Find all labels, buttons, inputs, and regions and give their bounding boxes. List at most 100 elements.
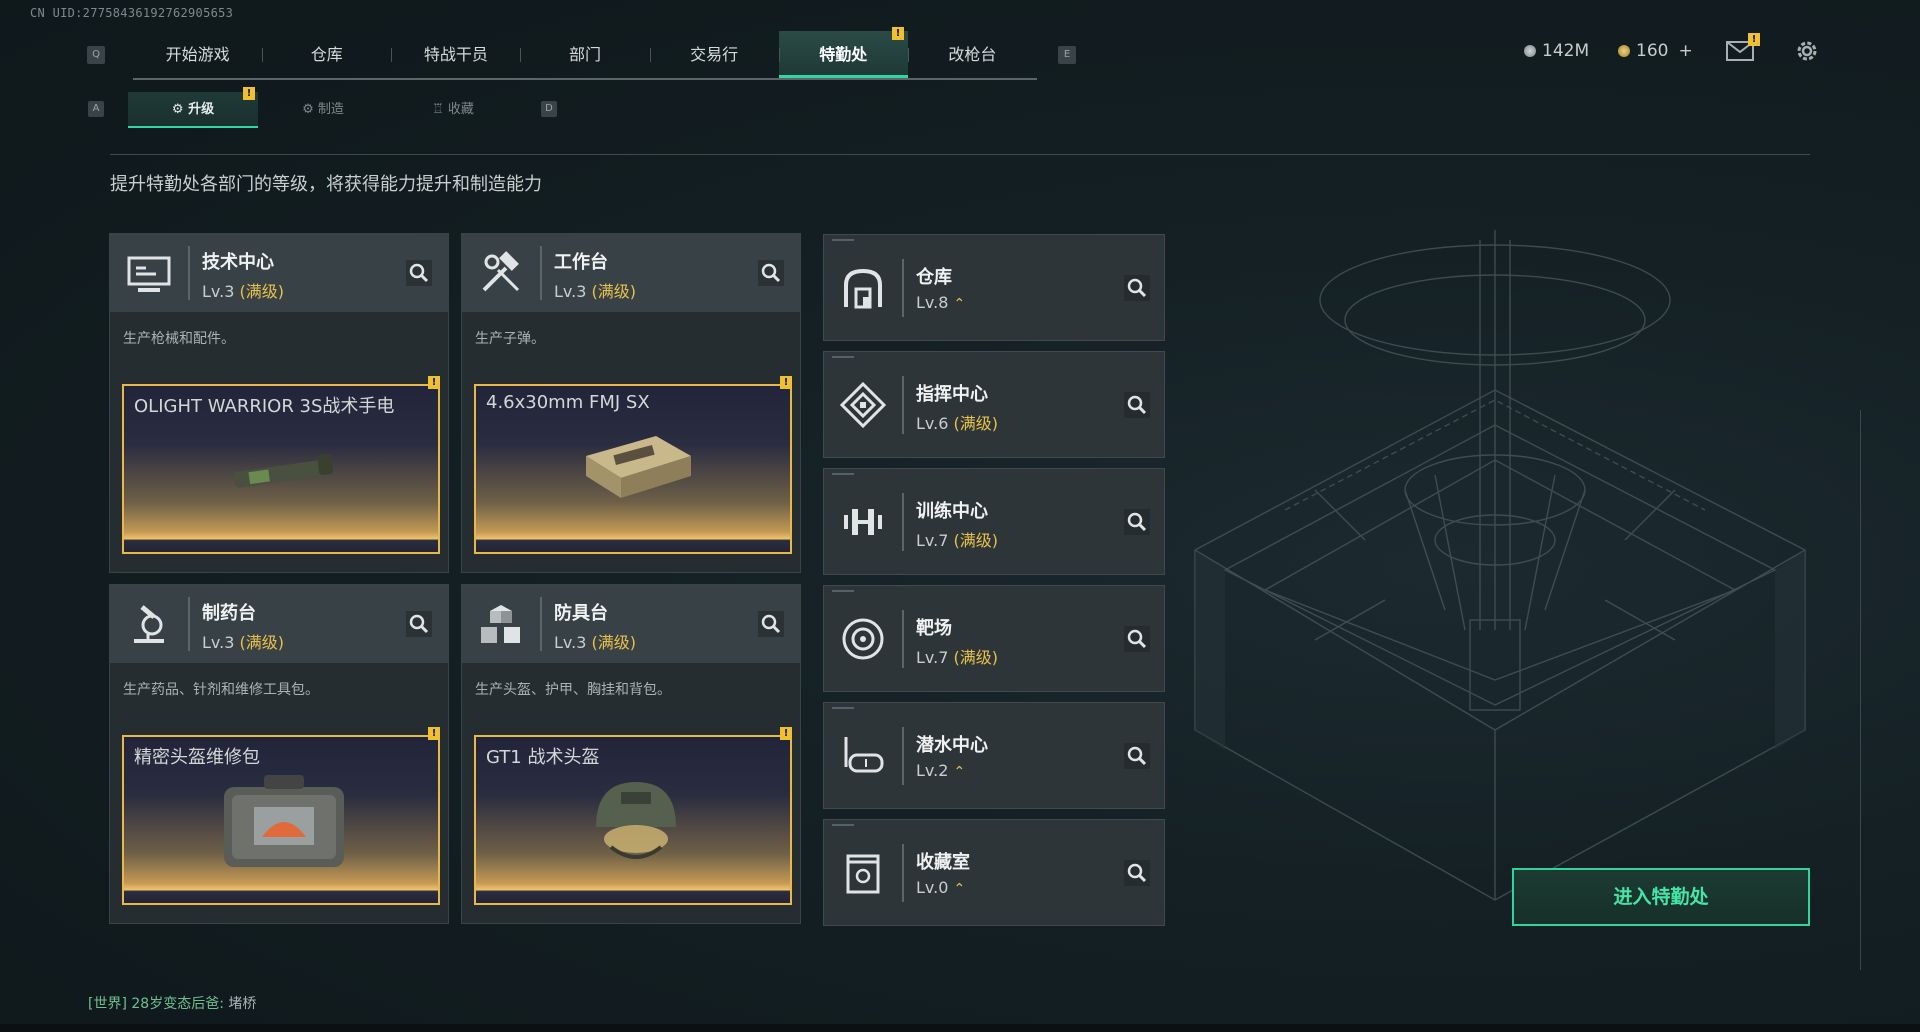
add-currency-button[interactable]: +	[1678, 41, 1692, 61]
crafting-item-slot[interactable]: OLIGHT WARRIOR 3S战术手电 !	[122, 376, 440, 554]
currency-primary: 142M	[1524, 41, 1589, 61]
facility-blueprint-illustration	[1193, 230, 1807, 901]
search-icon[interactable]	[1124, 743, 1150, 769]
collection-icon	[838, 848, 888, 898]
facility-description: 生产药品、针剂和维修工具包。	[123, 682, 319, 698]
chat-message: 堵桥	[228, 996, 257, 1012]
facility-level: Lv.3 (满级)	[202, 282, 284, 301]
key-hint-q: Q	[87, 46, 105, 64]
department-card-command-center[interactable]: 指挥中心 Lv.6 (满级)	[823, 351, 1165, 458]
separator	[540, 597, 542, 651]
trophy-icon: ♖	[432, 102, 448, 117]
facility-card-pharmacy[interactable]: 制药台 Lv.3 (满级) 生产药品、针剂和维修工具包。 精密头盔维修包 !	[109, 584, 449, 924]
crafting-item-slot[interactable]: GT1 战术头盔 !	[474, 727, 792, 905]
department-card-training-center[interactable]: 训练中心 Lv.7 (满级)	[823, 468, 1165, 575]
separator	[902, 493, 904, 551]
key-hint-e: E	[1058, 46, 1076, 64]
chat-channel: [世界]	[88, 996, 127, 1012]
tab-start-game[interactable]: 开始游戏	[133, 31, 262, 78]
crafting-item-slot[interactable]: 精密头盔维修包 !	[122, 727, 440, 905]
department-level: Lv.0 ⌃	[916, 878, 966, 897]
computer-icon	[124, 248, 174, 298]
search-icon[interactable]	[758, 611, 784, 637]
item-name: 4.6x30mm FMJ SX	[486, 392, 650, 413]
target-icon	[838, 614, 888, 664]
search-icon[interactable]	[406, 611, 432, 637]
divider	[110, 154, 1810, 155]
separator	[902, 727, 904, 785]
facility-name: 制药台	[202, 603, 256, 624]
facility-name: 工作台	[554, 252, 608, 273]
cubes-icon	[476, 599, 526, 649]
facility-level: Lv.3 (满级)	[554, 282, 636, 301]
department-level: Lv.7 (满级)	[916, 648, 998, 667]
item-name: 精密头盔维修包	[134, 747, 260, 768]
department-card-collection-room[interactable]: 收藏室 Lv.0 ⌃	[823, 819, 1165, 926]
bottom-bar	[0, 1024, 1920, 1032]
search-icon[interactable]	[1124, 275, 1150, 301]
facility-name: 防具台	[554, 603, 608, 624]
department-level: Lv.2 ⌃	[916, 761, 966, 780]
crafting-item-slot[interactable]: 4.6x30mm FMJ SX !	[474, 376, 792, 554]
department-card-warehouse[interactable]: 仓库 Lv.8 ⌃	[823, 234, 1165, 341]
frame-line	[1860, 410, 1861, 970]
facility-card-workbench[interactable]: 工作台 Lv.3 (满级) 生产子弹。 4.6x30mm FMJ SX !	[461, 233, 801, 573]
key-hint-a: A	[88, 101, 104, 117]
card-header: 制药台 Lv.3 (满级)	[110, 585, 448, 663]
department-card-shooting-range[interactable]: 靶场 Lv.7 (满级)	[823, 585, 1165, 692]
facility-card-armor-bench[interactable]: 防具台 Lv.3 (满级) 生产头盔、护甲、胸挂和背包。 GT1 战术头盔 !	[461, 584, 801, 924]
card-corner-mark	[832, 590, 854, 592]
separator	[188, 597, 190, 651]
item-name: GT1 战术头盔	[486, 747, 600, 768]
subtab-upgrade[interactable]: ⚙ 升级	[128, 92, 258, 128]
tab-departments[interactable]: 部门	[520, 31, 649, 78]
ammo-box-image	[586, 436, 691, 498]
upgrade-arrow-icon: ⌃	[953, 764, 966, 780]
item-badge: !	[428, 376, 440, 389]
warehouse-icon	[838, 263, 888, 313]
subtab-collection[interactable]: ♖ 收藏	[388, 92, 518, 128]
search-icon[interactable]	[1124, 860, 1150, 886]
search-icon[interactable]	[758, 260, 784, 286]
flashlight-image	[233, 453, 334, 488]
helmet-image	[596, 782, 676, 859]
hammer-wrench-icon	[476, 248, 526, 298]
craft-icon: ⚙	[302, 102, 318, 117]
card-corner-mark	[832, 356, 854, 358]
currency-silver-icon	[1524, 45, 1536, 57]
chat-line[interactable]: [世界] 28岁变态后爸: 堵桥	[88, 993, 256, 1013]
upgrade-badge: !	[243, 87, 255, 100]
enter-special-ops-button[interactable]: 进入特勤处	[1512, 868, 1810, 926]
subtab-craft[interactable]: ⚙ 制造	[258, 92, 388, 128]
tab-trading[interactable]: 交易行	[649, 31, 779, 78]
facility-card-tech-center[interactable]: 技术中心 Lv.3 (满级) 生产枪械和配件。 OLIGHT WARRIOR 3…	[109, 233, 449, 573]
card-header: 工作台 Lv.3 (满级)	[462, 234, 800, 312]
repair-kit-image	[224, 775, 344, 867]
tab-gunsmith[interactable]: 改枪台	[907, 31, 1037, 78]
search-icon[interactable]	[406, 260, 432, 286]
department-name: 潜水中心	[916, 735, 988, 756]
tab-operators[interactable]: 特战干员	[391, 31, 520, 78]
department-name: 收藏室	[916, 852, 970, 873]
search-icon[interactable]	[1124, 392, 1150, 418]
department-card-diving-center[interactable]: 潜水中心 Lv.2 ⌃	[823, 702, 1165, 809]
item-badge: !	[780, 727, 792, 740]
card-corner-mark	[832, 239, 854, 241]
search-icon[interactable]	[1124, 509, 1150, 535]
wrench-icon: ⚙	[171, 102, 189, 117]
tab-warehouse[interactable]: 仓库	[262, 31, 391, 78]
currency-gold-icon	[1618, 45, 1630, 57]
card-header: 防具台 Lv.3 (满级)	[462, 585, 800, 663]
tab-special-ops[interactable]: 特勤处	[778, 31, 908, 78]
search-icon[interactable]	[1124, 626, 1150, 652]
separator	[902, 259, 904, 317]
separator	[902, 844, 904, 902]
facility-name: 技术中心	[202, 252, 274, 273]
facility-description: 生产头盔、护甲、胸挂和背包。	[475, 682, 671, 698]
department-name: 训练中心	[916, 501, 988, 522]
sub-nav: ⚙ 升级 ⚙ 制造 ♖ 收藏	[128, 92, 518, 128]
facility-level: Lv.3 (满级)	[202, 633, 284, 652]
facility-description: 生产子弹。	[475, 331, 545, 347]
key-hint-d: D	[541, 101, 557, 117]
gear-icon[interactable]	[1794, 38, 1820, 64]
